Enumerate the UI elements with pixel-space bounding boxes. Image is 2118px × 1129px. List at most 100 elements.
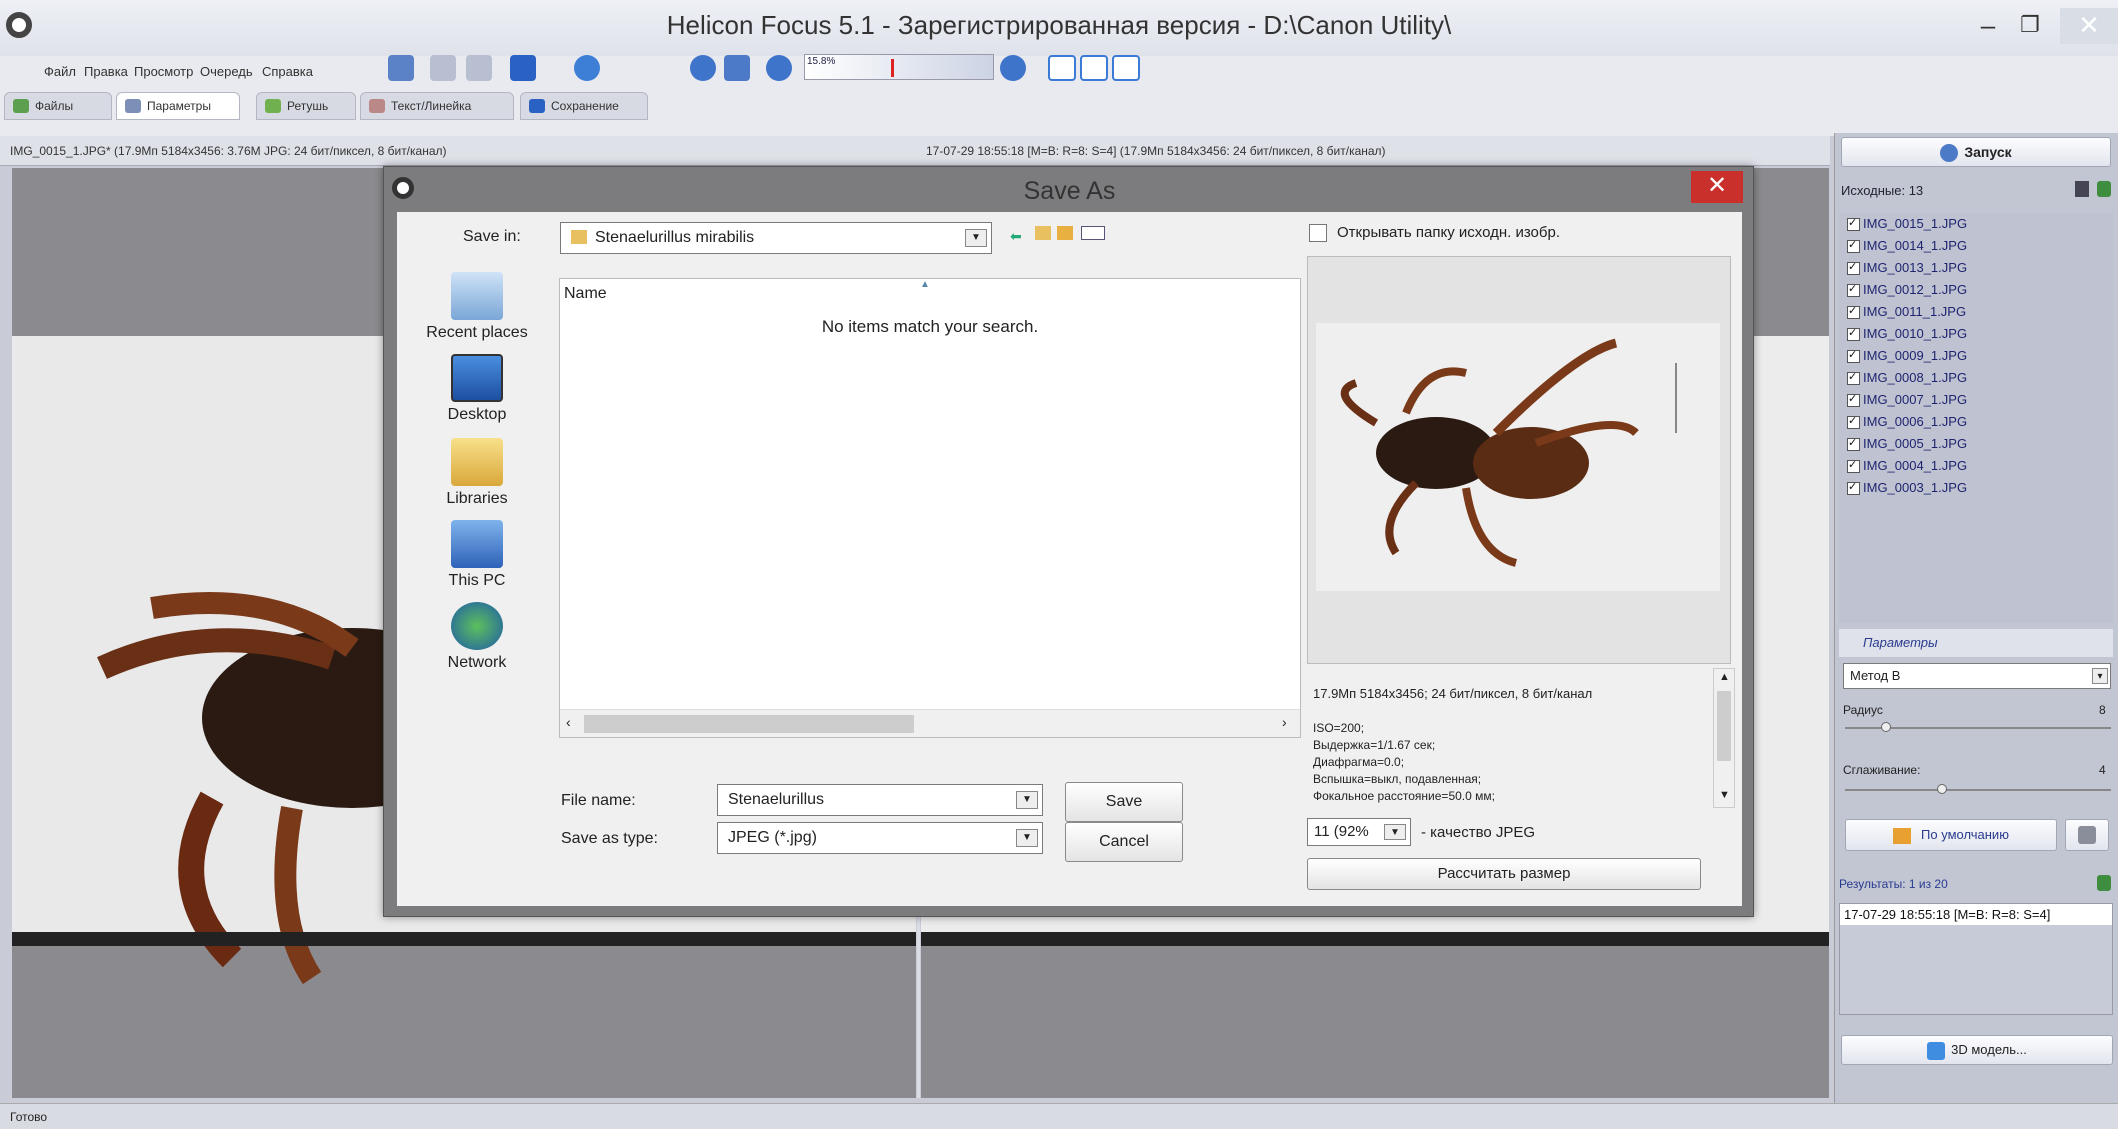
scroll-right-icon[interactable]: › <box>1282 714 1287 730</box>
computer-icon <box>451 520 503 568</box>
source-file-item[interactable]: IMG_0012_1.JPG <box>1839 278 2113 301</box>
scroll-left-icon[interactable]: ‹ <box>566 714 571 730</box>
source-file-item[interactable]: IMG_0006_1.JPG <box>1839 410 2113 433</box>
source-file-item[interactable]: IMG_0003_1.JPG <box>1839 476 2113 499</box>
menu-help[interactable]: Справка <box>262 64 313 79</box>
source-file-list[interactable]: IMG_0015_1.JPGIMG_0014_1.JPGIMG_0013_1.J… <box>1839 212 2113 623</box>
zoom-out-icon[interactable] <box>766 55 792 81</box>
save-icon[interactable] <box>510 55 536 81</box>
restore-button[interactable]: ❐ <box>2010 8 2050 44</box>
source-file-item[interactable]: IMG_0004_1.JPG <box>1839 454 2113 477</box>
file-list[interactable]: Name ▲ No items match your search. ‹ › <box>559 278 1301 738</box>
horizontal-view-icon[interactable] <box>1112 55 1140 81</box>
new-folder-icon[interactable] <box>1057 226 1073 240</box>
menu-edit[interactable]: Правка <box>84 64 128 79</box>
place-label: Network <box>447 654 507 671</box>
split-view-icon[interactable] <box>1080 55 1108 81</box>
cancel-button[interactable]: Cancel <box>1065 822 1183 862</box>
smoothing-thumb[interactable] <box>1937 784 1947 794</box>
folder-icon <box>571 230 587 244</box>
settings-button[interactable] <box>2065 819 2109 851</box>
default-button[interactable]: По умолчанию <box>1845 819 2057 851</box>
zoom-in-icon[interactable] <box>690 55 716 81</box>
place-recent[interactable]: Recent places <box>417 272 537 342</box>
calc-size-button[interactable]: Рассчитать размер <box>1307 858 1701 890</box>
scroll-down-icon[interactable]: ▼ <box>1719 789 1730 801</box>
zoom-value: 15.8% <box>807 56 836 67</box>
help-icon[interactable] <box>574 55 600 81</box>
up-folder-icon[interactable] <box>1035 226 1051 240</box>
tab-files[interactable]: Файлы <box>4 92 112 120</box>
cube-icon <box>1927 1041 1946 1060</box>
zoom-in-icon-2[interactable] <box>1000 55 1026 81</box>
exif-scrollbar[interactable]: ▲ ▼ <box>1713 668 1735 808</box>
source-file-item[interactable]: IMG_0011_1.JPG <box>1839 300 2113 323</box>
save-in-select[interactable]: Stenaelurillus mirabilis ▼ <box>560 222 992 254</box>
source-file-item[interactable]: IMG_0008_1.JPG <box>1839 366 2113 389</box>
close-window-button[interactable]: ✕ <box>2060 8 2118 44</box>
run-button[interactable]: Запуск <box>1841 137 2111 167</box>
chevron-down-icon: ▾ <box>2092 668 2108 684</box>
place-this-pc[interactable]: This PC <box>417 520 537 590</box>
nav-back-icon[interactable]: ⬅ <box>1010 228 1022 245</box>
exif-line: Вспышка=выкл, подавленная; <box>1313 772 1482 786</box>
smoothing-slider[interactable] <box>1845 784 2111 794</box>
forward-icon[interactable] <box>466 55 492 81</box>
menu-view[interactable]: Просмотр <box>134 64 193 79</box>
scroll-thumb[interactable] <box>1717 691 1731 761</box>
source-file-item[interactable]: IMG_0014_1.JPG <box>1839 234 2113 257</box>
dialog-close-button[interactable]: ✕ <box>1691 171 1743 203</box>
file-name-input[interactable]: Stenaelurillus ▼ <box>717 784 1043 816</box>
source-file-item[interactable]: IMG_0007_1.JPG <box>1839 388 2113 411</box>
save-tab-icon <box>529 99 545 113</box>
dialog-body: Save in: Stenaelurillus mirabilis ▼ ⬅ Re… <box>397 212 1742 906</box>
tab-text-ruler[interactable]: Текст/Линейка <box>360 92 514 120</box>
smoothing-value: 4 <box>2099 763 2106 777</box>
sources-menu-icon[interactable] <box>2097 181 2111 197</box>
status-text: Готово <box>10 1110 48 1124</box>
radius-thumb[interactable] <box>1881 722 1891 732</box>
3d-model-button[interactable]: 3D модель... <box>1841 1035 2113 1065</box>
retouch-tab-icon <box>265 99 281 113</box>
params-header[interactable]: Параметры <box>1839 629 2113 657</box>
scroll-up-icon[interactable]: ▲ <box>1719 671 1730 683</box>
source-file-item[interactable]: IMG_0005_1.JPG <box>1839 432 2113 455</box>
results-menu-icon[interactable] <box>2097 875 2111 891</box>
menu-queue[interactable]: Очередь <box>200 64 253 79</box>
save-as-type-select[interactable]: JPEG (*.jpg) ▼ <box>717 822 1043 854</box>
source-file-item[interactable]: IMG_0010_1.JPG <box>1839 322 2113 345</box>
save-button[interactable]: Save <box>1065 782 1183 822</box>
horizontal-scrollbar[interactable]: ‹ › <box>560 709 1300 737</box>
open-icon[interactable] <box>388 55 414 81</box>
column-name-header[interactable]: Name <box>564 285 607 303</box>
jpeg-quality-select[interactable]: 11 (92% ▼ <box>1307 818 1411 846</box>
minimize-button[interactable]: – <box>1968 8 2008 44</box>
view-menu-icon[interactable] <box>1081 226 1105 240</box>
scroll-thumb[interactable] <box>584 715 914 733</box>
menu-file[interactable]: Файл <box>44 64 76 79</box>
open-folder-checkbox[interactable] <box>1309 224 1327 242</box>
fit-icon[interactable] <box>724 55 750 81</box>
zoom-slider[interactable]: 15.8% <box>804 54 994 80</box>
radius-slider[interactable] <box>1845 722 2111 732</box>
sort-icon[interactable] <box>2075 181 2089 197</box>
tab-parameters[interactable]: Параметры <box>116 92 240 120</box>
tab-retouch[interactable]: Ретушь <box>256 92 356 120</box>
back-icon[interactable] <box>430 55 456 81</box>
place-libraries[interactable]: Libraries <box>417 438 537 508</box>
source-file-item[interactable]: IMG_0015_1.JPG <box>1839 212 2113 235</box>
save-as-type-value: JPEG (*.jpg) <box>728 829 817 846</box>
place-desktop[interactable]: Desktop <box>417 354 537 424</box>
place-network[interactable]: Network <box>417 602 537 672</box>
zoom-thumb[interactable] <box>891 59 894 77</box>
source-file-item[interactable]: IMG_0009_1.JPG <box>1839 344 2113 367</box>
single-view-icon[interactable] <box>1048 55 1076 81</box>
results-list[interactable]: 17-07-29 18:55:18 [M=B: R=8: S=4] <box>1839 903 2113 1015</box>
exif-line: ISO=200; <box>1313 721 1365 735</box>
place-label: Libraries <box>446 490 508 507</box>
source-file-item[interactable]: IMG_0013_1.JPG <box>1839 256 2113 279</box>
method-select[interactable]: Метод B ▾ <box>1843 663 2111 689</box>
tab-save[interactable]: Сохранение <box>520 92 648 120</box>
result-item[interactable]: 17-07-29 18:55:18 [M=B: R=8: S=4] <box>1840 904 2112 925</box>
quality-value: 11 (92% <box>1314 823 1369 840</box>
